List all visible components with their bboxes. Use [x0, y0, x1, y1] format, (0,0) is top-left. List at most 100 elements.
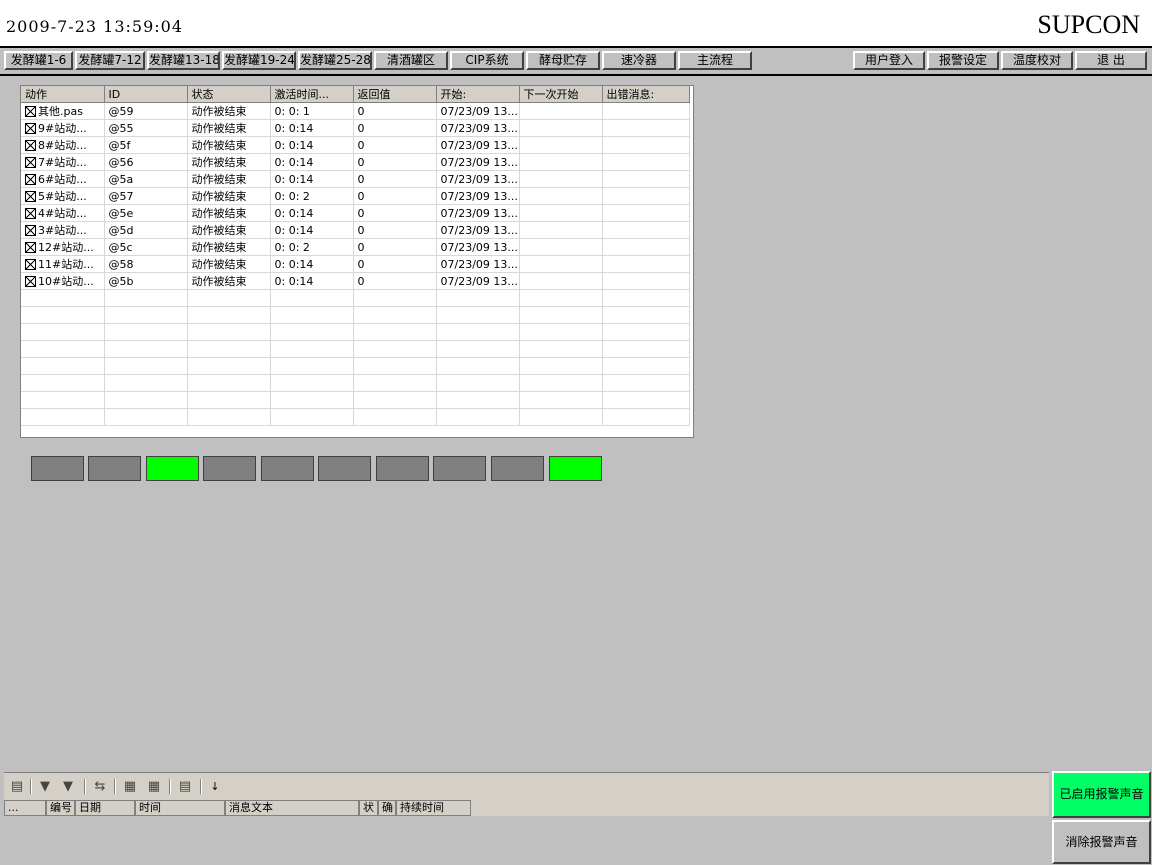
cell-action-label: 9#站动...: [38, 122, 87, 135]
alarm-column-header-ack[interactable]: 确: [378, 800, 396, 816]
toolbar-separator: [30, 779, 32, 794]
table-row[interactable]: 9#站动... @55 动作被结束 0: 0:14 0 07/23/09 13...: [21, 119, 690, 137]
history-icon[interactable]: ▦: [145, 778, 163, 795]
table-row[interactable]: 4#站动... @5e 动作被结束 0: 0:14 0 07/23/09 13...: [21, 204, 690, 222]
clear-alarm-sound-button[interactable]: 消除报警声音: [1052, 820, 1151, 864]
column-header-error-message[interactable]: 出错消息:: [602, 86, 690, 103]
script-action-icon: [25, 157, 36, 168]
nav-button-fermenter-19-24[interactable]: 发酵罐19-24: [222, 51, 296, 70]
nav-button-fermenter-1-6[interactable]: 发酵罐1-6: [4, 51, 73, 70]
cell-action: 8#站动...: [21, 136, 105, 154]
table-row[interactable]: 6#站动... @5a 动作被结束 0: 0:14 0 07/23/09 13...: [21, 170, 690, 188]
action-status-table[interactable]: 动作 ID 状态 激活时间... 返回值 开始: 下一次开始 出错消息: 其他.…: [20, 85, 694, 438]
cell-return-value: 0: [353, 170, 437, 188]
nav-button-user-login[interactable]: 用户登入: [853, 51, 925, 70]
cell-action: 其他.pas: [21, 102, 105, 120]
cell-next-start: [519, 238, 603, 256]
empty-cell: [519, 408, 603, 426]
empty-cell: [21, 391, 105, 409]
alarm-column-header-state[interactable]: 状: [359, 800, 378, 816]
cell-action: 3#站动...: [21, 221, 105, 239]
nav-button-fermenter-13-18[interactable]: 发酵罐13-18: [147, 51, 220, 70]
nav-button-fermenter-25-28[interactable]: 发酵罐25-28: [298, 51, 372, 70]
filter-icon[interactable]: ▤: [176, 778, 194, 795]
table-row[interactable]: 5#站动... @57 动作被结束 0: 0: 2 0 07/23/09 13...: [21, 187, 690, 205]
cell-status: 动作被结束: [187, 170, 271, 188]
empty-cell: [353, 391, 437, 409]
table-row[interactable]: 其他.pas @59 动作被结束 0: 0: 1 0 07/23/09 13...: [21, 102, 690, 120]
alarm-toolbar: ▤ ▼ ▼ ⇆ ▦ ▦ ▤ ↓: [4, 773, 1049, 799]
alarm-column-header-more[interactable]: ...: [4, 800, 46, 816]
empty-table-row: [21, 357, 690, 375]
cell-return-value: 0: [353, 238, 437, 256]
nav-button-fermenter-7-12[interactable]: 发酵罐7-12: [75, 51, 145, 70]
empty-cell: [104, 306, 188, 324]
list-icon[interactable]: ▤: [8, 778, 26, 795]
alarm-column-header-date[interactable]: 日期: [75, 800, 135, 816]
empty-cell: [187, 340, 271, 358]
column-header-next-start[interactable]: 下一次开始: [519, 86, 603, 103]
sort-icon[interactable]: ↓: [206, 778, 224, 795]
alarm-column-header-number[interactable]: 编号: [46, 800, 75, 816]
empty-cell: [353, 340, 437, 358]
toolbar-separator: [200, 779, 202, 794]
script-action-icon: [25, 191, 36, 202]
empty-cell: [187, 289, 271, 307]
empty-cell: [602, 374, 690, 392]
cell-action: 10#站动...: [21, 272, 105, 290]
ack-icon[interactable]: ▼: [36, 778, 54, 795]
status-indicator: [146, 456, 199, 481]
cell-return-value: 0: [353, 221, 437, 239]
alarm-sound-enabled-button[interactable]: 已启用报警声音: [1052, 771, 1151, 818]
column-header-return-value[interactable]: 返回值: [353, 86, 437, 103]
nav-button-yeast-storage[interactable]: 酵母贮存: [526, 51, 600, 70]
column-header-active-time[interactable]: 激活时间...: [270, 86, 354, 103]
table-row[interactable]: 8#站动... @5f 动作被结束 0: 0:14 0 07/23/09 13...: [21, 136, 690, 154]
table-row[interactable]: 11#站动... @58 动作被结束 0: 0:14 0 07/23/09 13...: [21, 255, 690, 273]
cell-action-label: 8#站动...: [38, 139, 87, 152]
empty-cell: [602, 408, 690, 426]
column-header-status[interactable]: 状态: [187, 86, 271, 103]
empty-cell: [436, 357, 520, 375]
cell-error-message: [602, 255, 690, 273]
alarm-column-header-duration[interactable]: 持续时间: [396, 800, 471, 816]
cell-action: 11#站动...: [21, 255, 105, 273]
empty-cell: [519, 323, 603, 341]
alarm-column-header-message[interactable]: 消息文本: [225, 800, 359, 816]
lock-icon[interactable]: ▦: [121, 778, 139, 795]
cell-return-value: 0: [353, 102, 437, 120]
cell-action-label: 4#站动...: [38, 207, 87, 220]
empty-cell: [104, 340, 188, 358]
nav-button-temperature-calibration[interactable]: 温度校对: [1001, 51, 1073, 70]
table-row[interactable]: 7#站动... @56 动作被结束 0: 0:14 0 07/23/09 13...: [21, 153, 690, 171]
table-row[interactable]: 10#站动... @5b 动作被结束 0: 0:14 0 07/23/09 13...: [21, 272, 690, 290]
cell-status: 动作被结束: [187, 187, 271, 205]
empty-cell: [519, 289, 603, 307]
column-header-start[interactable]: 开始:: [436, 86, 520, 103]
nav-button-exit[interactable]: 退 出: [1075, 51, 1147, 70]
cell-id: @59: [104, 102, 188, 120]
empty-cell: [353, 323, 437, 341]
cell-id: @5d: [104, 221, 188, 239]
title-bar: 2009-7-23 13:59:04 SUPCON: [0, 0, 1152, 48]
empty-cell: [519, 340, 603, 358]
alarm-column-header-time[interactable]: 时间: [135, 800, 225, 816]
nav-button-main-process[interactable]: 主流程: [678, 51, 752, 70]
cell-status: 动作被结束: [187, 221, 271, 239]
ack-all-icon[interactable]: ▼: [59, 778, 77, 795]
column-header-action[interactable]: 动作: [21, 86, 105, 103]
table-row[interactable]: 12#站动... @5c 动作被结束 0: 0: 2 0 07/23/09 13...: [21, 238, 690, 256]
table-row[interactable]: 3#站动... @5d 动作被结束 0: 0:14 0 07/23/09 13...: [21, 221, 690, 239]
empty-cell: [519, 357, 603, 375]
nav-button-cip-system[interactable]: CIP系统: [450, 51, 524, 70]
nav-button-alarm-settings[interactable]: 报警设定: [927, 51, 999, 70]
nav-button-bright-beer-tanks[interactable]: 清酒罐区: [374, 51, 448, 70]
empty-cell: [436, 340, 520, 358]
column-header-id[interactable]: ID: [104, 86, 188, 103]
nav-button-quick-cooler[interactable]: 速冷器: [602, 51, 676, 70]
cell-start: 07/23/09 13...: [436, 238, 520, 256]
alarm-list-body[interactable]: [4, 816, 1049, 865]
cell-start: 07/23/09 13...: [436, 170, 520, 188]
loop-icon[interactable]: ⇆: [91, 778, 109, 795]
empty-cell: [21, 289, 105, 307]
